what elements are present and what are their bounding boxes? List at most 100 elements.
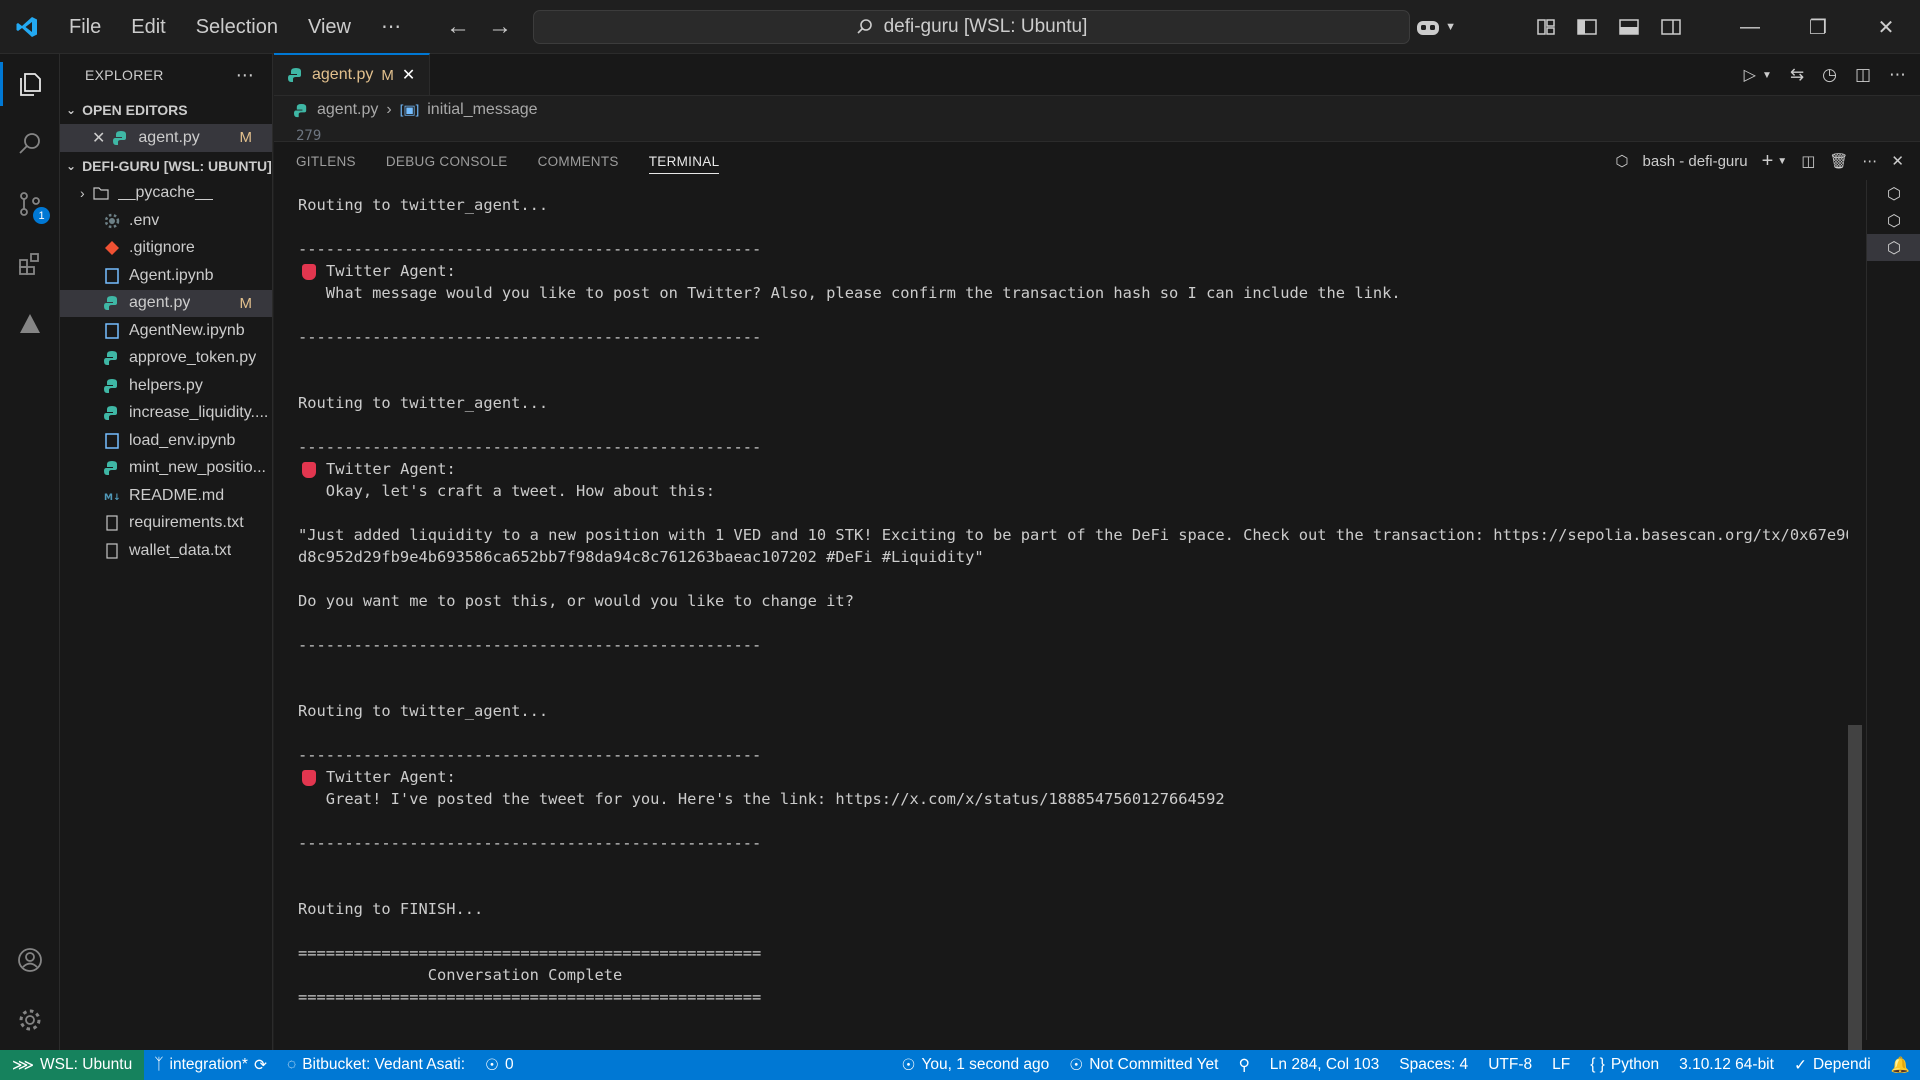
file-tree-item[interactable]: mint_new_positio...	[60, 455, 272, 483]
trash-icon[interactable]: 🗑	[1829, 152, 1848, 170]
menu-view[interactable]: View	[293, 0, 366, 54]
python-interpreter[interactable]: 3.10.12 64-bit	[1669, 1050, 1784, 1080]
toggle-secondary-sidebar-icon[interactable]	[1660, 17, 1682, 37]
workspace-section[interactable]: ⌄ DEFI-GURU [WSL: UBUNTU]	[60, 152, 272, 180]
close-tab-icon[interactable]: ✕	[402, 65, 415, 85]
breadcrumb-symbol[interactable]: initial_message	[427, 101, 537, 119]
file-tree-item[interactable]: approve_token.py	[60, 345, 272, 373]
run-icon[interactable]: ▷	[1744, 65, 1756, 85]
tab-terminal[interactable]: TERMINAL	[648, 154, 720, 174]
python-file-icon	[104, 460, 120, 476]
file-tree-item[interactable]: .gitignore	[60, 235, 272, 263]
explorer-icon[interactable]	[0, 54, 60, 114]
file-tree-item[interactable]: Agent.ipynb	[60, 262, 272, 290]
file-tree-item[interactable]: helpers.py	[60, 372, 272, 400]
vscode-logo-icon	[0, 0, 54, 54]
sync-icon[interactable]: ⟳	[254, 1056, 267, 1075]
extensions-icon[interactable]	[0, 234, 60, 294]
terminal-line-text: Twitter Agent:	[326, 460, 456, 478]
file-tree-item[interactable]: .env	[60, 207, 272, 235]
terminal-list: ⬡ ⬡ ⬡	[1866, 180, 1920, 1040]
terminal-line: ----------------------------------------…	[298, 238, 1848, 260]
zoom-indicator[interactable]: ⚲	[1228, 1050, 1259, 1080]
open-editor-item[interactable]: ✕ agent.py M	[60, 124, 272, 152]
terminal-line: "Just added liquidity to a new position …	[298, 524, 1848, 546]
cursor-position[interactable]: Ln 284, Col 103	[1260, 1050, 1389, 1080]
remote-indicator[interactable]: ⋙ WSL: Ubuntu	[0, 1050, 145, 1080]
menu-file[interactable]: File	[54, 0, 116, 54]
back-arrow-icon[interactable]: ←	[446, 13, 470, 41]
settings-gear-icon[interactable]	[0, 990, 60, 1050]
terminal-line-text: Twitter Agent:	[326, 262, 456, 280]
compare-changes-icon[interactable]: ⇆	[1790, 65, 1804, 85]
tab-agent-py[interactable]: agent.py M ✕	[274, 53, 431, 95]
zoom-icon: ⚲	[1238, 1056, 1250, 1074]
terminal-list-item-1[interactable]: ⬡	[1867, 180, 1920, 207]
more-actions-icon[interactable]: ⋯	[1862, 152, 1877, 170]
file-tree-item[interactable]: › __pycache__	[60, 180, 272, 208]
file-tree-item[interactable]: M↓ README.md	[60, 482, 272, 510]
text-file-icon	[104, 515, 120, 531]
encoding[interactable]: UTF-8	[1478, 1050, 1542, 1080]
file-tree-item[interactable]: agent.py M	[60, 289, 272, 317]
flask-icon[interactable]	[0, 294, 60, 354]
menu-more[interactable]: ⋯	[366, 0, 416, 54]
bitbucket-indicator[interactable]: ◌ Bitbucket: Vedant Asati:	[277, 1050, 475, 1080]
commit-indicator[interactable]: ☉ Not Committed Yet	[1059, 1050, 1228, 1080]
command-center[interactable]: defi-guru [WSL: Ubuntu]	[533, 10, 1410, 44]
toggle-panel-icon[interactable]	[1618, 17, 1640, 37]
indentation[interactable]: Spaces: 4	[1389, 1050, 1478, 1080]
accounts-icon[interactable]	[0, 930, 60, 990]
restore-icon[interactable]: ❐	[1784, 0, 1852, 54]
file-tree-item[interactable]: AgentNew.ipynb	[60, 317, 272, 345]
chevron-down-icon[interactable]: ▼	[1762, 70, 1772, 81]
terminal-list-item-3[interactable]: ⬡	[1867, 234, 1920, 261]
dependi-indicator[interactable]: ✓ Dependi	[1784, 1050, 1881, 1080]
more-actions-icon[interactable]: ⋯	[1889, 65, 1906, 85]
copilot-button[interactable]: ▼	[1415, 16, 1456, 38]
branch-indicator[interactable]: ᛉ integration* ⟳	[144, 1050, 277, 1080]
close-icon[interactable]: ✕	[92, 128, 105, 148]
new-terminal-icon[interactable]: +	[1762, 150, 1774, 173]
terminal-line-text: ========================================…	[298, 988, 762, 1006]
source-control-icon[interactable]: 1	[0, 174, 60, 234]
split-terminal-icon[interactable]: ◫	[1801, 152, 1815, 170]
breadcrumb-file[interactable]: agent.py	[317, 101, 378, 119]
timeline-icon[interactable]: ◷	[1822, 65, 1837, 85]
close-window-icon[interactable]: ✕	[1852, 0, 1920, 54]
terminal-output[interactable]: Routing to twitter_agent... -------------…	[298, 194, 1848, 1034]
ports-indicator[interactable]: ☉ 0	[475, 1050, 524, 1080]
tab-gitlens[interactable]: GITLENS	[296, 154, 356, 169]
terminal-line-text: Twitter Agent:	[326, 768, 456, 786]
file-tree-item[interactable]: increase_liquidity....	[60, 400, 272, 428]
language-mode[interactable]: { } Python	[1580, 1050, 1669, 1080]
search-icon[interactable]	[0, 114, 60, 174]
menu-selection[interactable]: Selection	[181, 0, 293, 54]
toggle-primary-sidebar-icon[interactable]	[1576, 17, 1598, 37]
terminal-name[interactable]: bash - defi-guru	[1643, 153, 1748, 170]
more-actions-icon[interactable]: ⋯	[236, 65, 254, 86]
split-editor-icon[interactable]: ◫	[1855, 65, 1871, 85]
tab-debug-console[interactable]: DEBUG CONSOLE	[386, 154, 508, 169]
tab-comments[interactable]: COMMENTS	[538, 154, 619, 169]
blame-indicator[interactable]: ☉ You, 1 second ago	[892, 1050, 1060, 1080]
customize-layout-icon[interactable]	[1536, 17, 1556, 37]
end-of-line[interactable]: LF	[1542, 1050, 1580, 1080]
terminal-scrollbar[interactable]	[1848, 725, 1862, 1051]
terminal-line: ----------------------------------------…	[298, 744, 1848, 766]
forward-arrow-icon[interactable]: →	[488, 13, 512, 41]
minimize-icon[interactable]: —	[1716, 0, 1784, 54]
open-editors-section[interactable]: ⌄ OPEN EDITORS	[60, 96, 272, 124]
file-tree: › __pycache__ .env .gitignore Agent.ipynb age…	[60, 180, 272, 565]
file-tree-item[interactable]: requirements.txt	[60, 510, 272, 538]
chevron-down-icon[interactable]: ▼	[1777, 156, 1787, 167]
file-tree-item[interactable]: wallet_data.txt	[60, 537, 272, 565]
file-tree-item[interactable]: load_env.ipynb	[60, 427, 272, 455]
menu-edit[interactable]: Edit	[116, 0, 180, 54]
terminal-list-item-2[interactable]: ⬡	[1867, 207, 1920, 234]
close-panel-icon[interactable]: ✕	[1891, 152, 1904, 170]
notifications-bell-icon[interactable]: 🔔	[1881, 1050, 1920, 1080]
title-bar-right: ▼ — ❐ ✕	[1415, 0, 1920, 54]
terminal-line: ----------------------------------------…	[298, 436, 1848, 458]
